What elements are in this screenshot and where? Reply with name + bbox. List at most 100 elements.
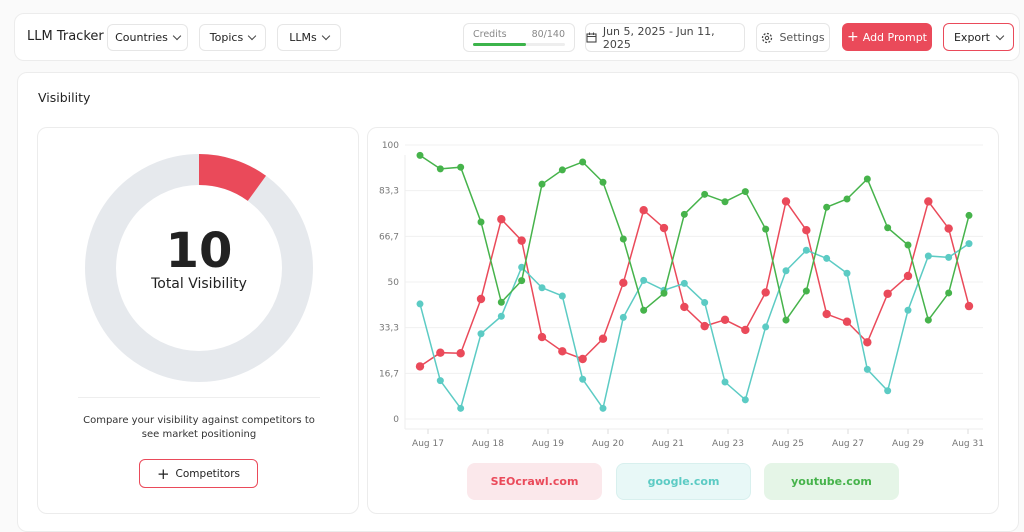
data-point bbox=[762, 323, 770, 331]
add-competitors-button[interactable]: + Competitors bbox=[139, 459, 258, 488]
data-point bbox=[924, 197, 933, 206]
data-point bbox=[802, 287, 810, 295]
legend-google[interactable]: google.com bbox=[616, 463, 751, 500]
data-point bbox=[436, 165, 444, 173]
data-point bbox=[965, 240, 973, 248]
data-point bbox=[884, 224, 892, 232]
visibility-line-chart: 0 16,7 33,3 50 66,7 83,3 100 Aug 17 Aug 18 Aug 19… bbox=[379, 141, 984, 449]
data-point bbox=[863, 365, 871, 373]
data-point bbox=[945, 289, 953, 297]
x-tick-label: Aug 20 bbox=[592, 439, 624, 449]
data-point bbox=[619, 235, 627, 243]
x-tick-label: Aug 25 bbox=[772, 439, 804, 449]
data-point bbox=[599, 178, 607, 186]
data-point bbox=[619, 278, 628, 288]
data-point bbox=[477, 330, 485, 338]
y-tick-label: 66,7 bbox=[379, 232, 399, 242]
x-tick-label: Aug 19 bbox=[532, 439, 564, 449]
x-tick-label: Aug 27 bbox=[832, 439, 864, 449]
data-point bbox=[782, 267, 790, 275]
competitors-label: Competitors bbox=[175, 467, 241, 480]
data-point bbox=[924, 316, 932, 324]
y-tick-label: 0 bbox=[393, 415, 399, 425]
x-tick-label: Aug 18 bbox=[472, 439, 504, 449]
data-point bbox=[477, 218, 485, 226]
data-point bbox=[436, 377, 444, 385]
data-point bbox=[823, 254, 831, 262]
data-point bbox=[456, 349, 465, 358]
data-point bbox=[659, 223, 669, 233]
data-point bbox=[823, 203, 831, 211]
data-point bbox=[883, 289, 892, 298]
y-tick-label: 83,3 bbox=[379, 187, 399, 197]
x-tick-label: Aug 17 bbox=[412, 439, 444, 449]
data-point bbox=[741, 188, 749, 196]
data-point bbox=[640, 306, 648, 314]
data-point bbox=[436, 348, 445, 357]
data-point bbox=[558, 166, 566, 174]
x-tick-label: Aug 21 bbox=[652, 439, 684, 449]
data-point bbox=[842, 317, 852, 326]
data-point bbox=[639, 206, 648, 215]
data-point bbox=[741, 396, 749, 404]
data-point bbox=[415, 362, 425, 371]
data-point bbox=[863, 175, 871, 183]
data-point bbox=[924, 252, 932, 260]
data-point bbox=[843, 269, 851, 277]
data-point bbox=[700, 321, 709, 331]
legend-seocrawl[interactable]: SEOcrawl.com bbox=[467, 463, 602, 500]
data-point bbox=[944, 224, 953, 233]
data-point bbox=[457, 163, 465, 171]
data-point bbox=[537, 332, 547, 342]
data-point bbox=[781, 197, 791, 206]
data-point bbox=[680, 210, 688, 218]
data-point bbox=[640, 276, 648, 284]
data-point bbox=[762, 225, 770, 233]
data-point bbox=[904, 241, 912, 249]
data-point bbox=[863, 338, 872, 347]
data-point bbox=[822, 309, 831, 319]
data-point bbox=[680, 279, 688, 287]
data-point bbox=[598, 334, 608, 343]
data-point bbox=[701, 190, 709, 198]
data-point bbox=[945, 253, 953, 261]
y-tick-label: 100 bbox=[382, 141, 399, 151]
data-point bbox=[619, 313, 627, 321]
y-tick-label: 33,3 bbox=[379, 324, 399, 334]
data-point bbox=[599, 404, 607, 412]
data-point bbox=[538, 180, 546, 188]
x-tick-label: Aug 23 bbox=[712, 439, 744, 449]
data-point bbox=[680, 302, 689, 312]
data-point bbox=[579, 158, 587, 166]
data-point bbox=[802, 246, 810, 254]
data-point bbox=[720, 315, 730, 325]
data-point bbox=[903, 271, 913, 281]
data-point bbox=[721, 198, 729, 206]
data-point bbox=[558, 347, 567, 356]
data-point bbox=[457, 404, 465, 412]
data-point bbox=[741, 325, 750, 335]
legend-youtube[interactable]: youtube.com bbox=[764, 463, 899, 500]
data-point bbox=[517, 236, 526, 245]
data-point bbox=[538, 284, 546, 292]
plus-icon: + bbox=[156, 464, 170, 483]
data-point bbox=[701, 299, 709, 307]
data-point bbox=[884, 387, 892, 395]
data-point bbox=[965, 211, 973, 219]
x-tick-label: Aug 31 bbox=[952, 439, 984, 449]
x-tick-label: Aug 29 bbox=[892, 439, 924, 449]
series-line-1 bbox=[419, 243, 970, 411]
data-point bbox=[476, 294, 486, 304]
data-point bbox=[497, 298, 505, 306]
data-point bbox=[497, 312, 505, 320]
data-point bbox=[518, 277, 526, 285]
data-point bbox=[558, 292, 566, 300]
data-point bbox=[416, 151, 424, 159]
data-point bbox=[761, 288, 770, 297]
data-point bbox=[904, 306, 912, 314]
data-point bbox=[579, 375, 587, 383]
data-point bbox=[416, 300, 424, 308]
data-point bbox=[964, 301, 974, 311]
data-point bbox=[843, 195, 851, 203]
y-tick-label: 16,7 bbox=[379, 369, 399, 379]
